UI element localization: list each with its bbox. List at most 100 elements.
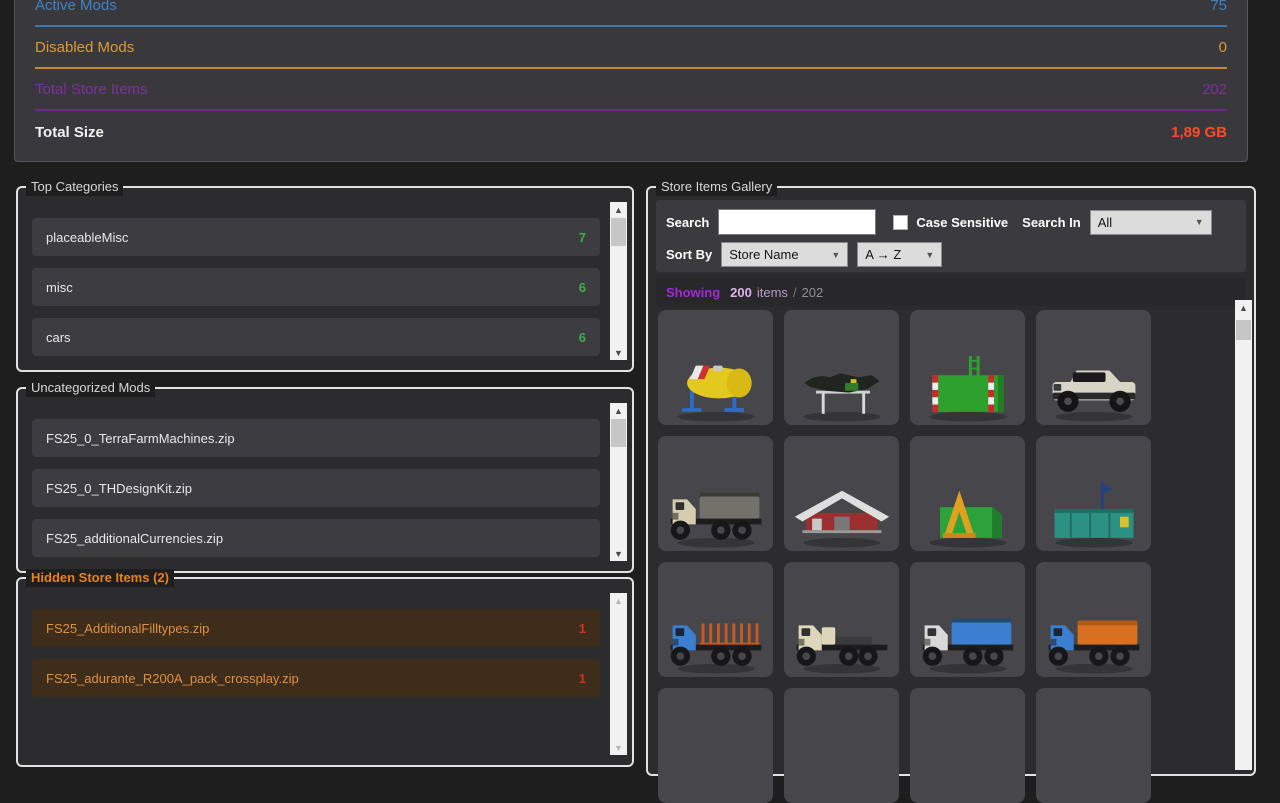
scrollbar-thumb[interactable] <box>1236 320 1251 340</box>
chevron-down-icon: ▼ <box>823 250 840 260</box>
category-count-badge: 7 <box>579 230 586 245</box>
chevron-down-icon: ▼ <box>917 250 934 260</box>
sort-field-dropdown[interactable]: Store Name ▼ <box>721 242 848 267</box>
uncategorized-mods-scrollbar[interactable]: ▲ ▼ <box>610 403 627 561</box>
truck-white-blue-dump-image <box>915 594 1021 676</box>
hidden-item-count-badge: 1 <box>579 671 586 686</box>
showing-label: Showing <box>666 285 720 300</box>
category-list-item[interactable]: misc 6 <box>32 268 600 306</box>
case-sensitive-label[interactable]: Case Sensitive <box>916 215 1008 230</box>
truck-blue-orange-bed-image <box>1041 594 1147 676</box>
store-item-tile[interactable] <box>658 310 773 425</box>
box-green-aframe-image <box>915 468 1021 550</box>
count-separator: / <box>793 285 797 300</box>
mod-filename: FS25_additionalCurrencies.zip <box>46 531 223 546</box>
top-categories-list: placeableMisc 7 misc 6 cars 6 <box>18 188 632 370</box>
disabled-mods-label: Disabled Mods <box>35 39 134 56</box>
scrollbar-thumb[interactable] <box>611 218 626 246</box>
store-item-tile[interactable] <box>1036 562 1151 677</box>
store-item-tile[interactable] <box>658 436 773 551</box>
mod-list-item[interactable]: FS25_additionalCurrencies.zip <box>32 519 600 557</box>
summary-row-total-store-items: Total Store Items 202 <box>35 69 1227 111</box>
scroll-up-icon[interactable]: ▲ <box>1235 300 1252 315</box>
none-image <box>915 720 1021 802</box>
scroll-down-icon[interactable]: ▼ <box>610 740 627 755</box>
truck-tan-dump-image <box>663 468 769 550</box>
store-item-tile[interactable] <box>1036 310 1151 425</box>
none-image <box>663 720 769 802</box>
store-item-tile[interactable] <box>910 562 1025 677</box>
hidden-item-row[interactable]: FS25_adurante_R200A_pack_crossplay.zip 1 <box>32 659 600 697</box>
search-in-dropdown[interactable]: All ▼ <box>1090 210 1212 235</box>
store-item-tile[interactable] <box>910 436 1025 551</box>
sort-direction-selected-value: A → Z <box>865 247 901 262</box>
mod-filename: FS25_0_THDesignKit.zip <box>46 481 192 496</box>
store-item-tile[interactable] <box>1036 688 1151 803</box>
hidden-item-row[interactable]: FS25_AdditionalFilltypes.zip 1 <box>32 609 600 647</box>
summary-row-total-size: Total Size 1,89 GB <box>35 111 1227 153</box>
store-items-gallery-groupbox: Store Items Gallery Search Case Sensitiv… <box>646 186 1256 776</box>
search-input[interactable] <box>718 209 876 235</box>
mod-filename: FS25_0_TerraFarmMachines.zip <box>46 431 235 446</box>
truck-blue-logger-image <box>663 594 769 676</box>
active-mods-label: Active Mods <box>35 0 117 14</box>
store-item-tile[interactable] <box>1036 436 1151 551</box>
hidden-item-count-badge: 1 <box>579 621 586 636</box>
store-item-tile[interactable] <box>784 310 899 425</box>
active-mods-value: 75 <box>1210 0 1227 14</box>
top-categories-scrollbar[interactable]: ▲ ▼ <box>610 202 627 360</box>
hidden-store-items-list: FS25_AdditionalFilltypes.zip 1 FS25_adur… <box>18 579 632 765</box>
sort-field-selected-value: Store Name <box>729 247 798 262</box>
sort-by-label: Sort By <box>666 247 712 262</box>
total-size-label: Total Size <box>35 124 104 141</box>
top-categories-groupbox: Top Categories placeableMisc 7 misc 6 ca… <box>16 186 634 372</box>
truck-cream-image <box>789 594 895 676</box>
gallery-status-bar: Showing 200 items / 202 <box>656 278 1246 306</box>
category-list-item[interactable]: placeableMisc 7 <box>32 218 600 256</box>
cultivator-dark-image <box>789 342 895 424</box>
store-item-tile[interactable] <box>658 562 773 677</box>
none-image <box>1041 720 1147 802</box>
sort-direction-dropdown[interactable]: A → Z ▼ <box>857 242 942 267</box>
store-item-tile[interactable] <box>784 436 899 551</box>
uncategorized-mods-groupbox: Uncategorized Mods FS25_0_TerraFarmMachi… <box>16 387 634 573</box>
total-store-items-value: 202 <box>1202 81 1227 98</box>
store-item-tile[interactable] <box>784 688 899 803</box>
items-word: items <box>757 285 788 300</box>
scroll-up-icon[interactable]: ▲ <box>610 593 627 608</box>
total-store-items-label: Total Store Items <box>35 81 148 98</box>
case-sensitive-checkbox[interactable] <box>893 215 908 230</box>
category-count-badge: 6 <box>579 280 586 295</box>
barn-red-image <box>789 468 895 550</box>
uncategorized-mods-list: FS25_0_TerraFarmMachines.zip FS25_0_THDe… <box>18 389 632 571</box>
disabled-mods-value: 0 <box>1219 39 1227 56</box>
mod-list-item[interactable]: FS25_0_TerraFarmMachines.zip <box>32 419 600 457</box>
category-name: placeableMisc <box>46 230 128 245</box>
gallery-toolbar-row-sort: Sort By Store Name ▼ A → Z ▼ <box>666 242 1236 267</box>
store-items-grid <box>658 310 1151 803</box>
scroll-up-icon[interactable]: ▲ <box>610 202 627 217</box>
store-item-tile[interactable] <box>658 688 773 803</box>
sprayer-yellow-image <box>663 342 769 424</box>
store-item-tile[interactable] <box>910 688 1025 803</box>
store-item-tile[interactable] <box>910 310 1025 425</box>
store-item-tile[interactable] <box>784 562 899 677</box>
scrollbar-thumb[interactable] <box>611 419 626 447</box>
gallery-scrollbar[interactable]: ▲ <box>1235 300 1252 770</box>
search-in-label: Search In <box>1022 215 1081 230</box>
hidden-store-items-groupbox: Hidden Store Items (2) FS25_AdditionalFi… <box>16 577 634 767</box>
search-label: Search <box>666 215 709 230</box>
scroll-up-icon[interactable]: ▲ <box>610 403 627 418</box>
shown-count: 200 <box>730 285 752 300</box>
hidden-item-filename: FS25_adurante_R200A_pack_crossplay.zip <box>46 671 299 686</box>
scroll-down-icon[interactable]: ▼ <box>610 546 627 561</box>
category-list-item[interactable]: cars 6 <box>32 318 600 356</box>
store-items-gallery-title: Store Items Gallery <box>656 178 777 196</box>
none-image <box>789 720 895 802</box>
gallery-toolbar-row-search: Search Case Sensitive Search In All ▼ <box>666 209 1236 235</box>
mod-list-item[interactable]: FS25_0_THDesignKit.zip <box>32 469 600 507</box>
summary-row-disabled-mods: Disabled Mods 0 <box>35 27 1227 69</box>
scroll-down-icon[interactable]: ▼ <box>610 345 627 360</box>
search-in-selected-value: All <box>1098 215 1112 230</box>
hidden-store-items-scrollbar[interactable]: ▲ ▼ <box>610 593 627 755</box>
